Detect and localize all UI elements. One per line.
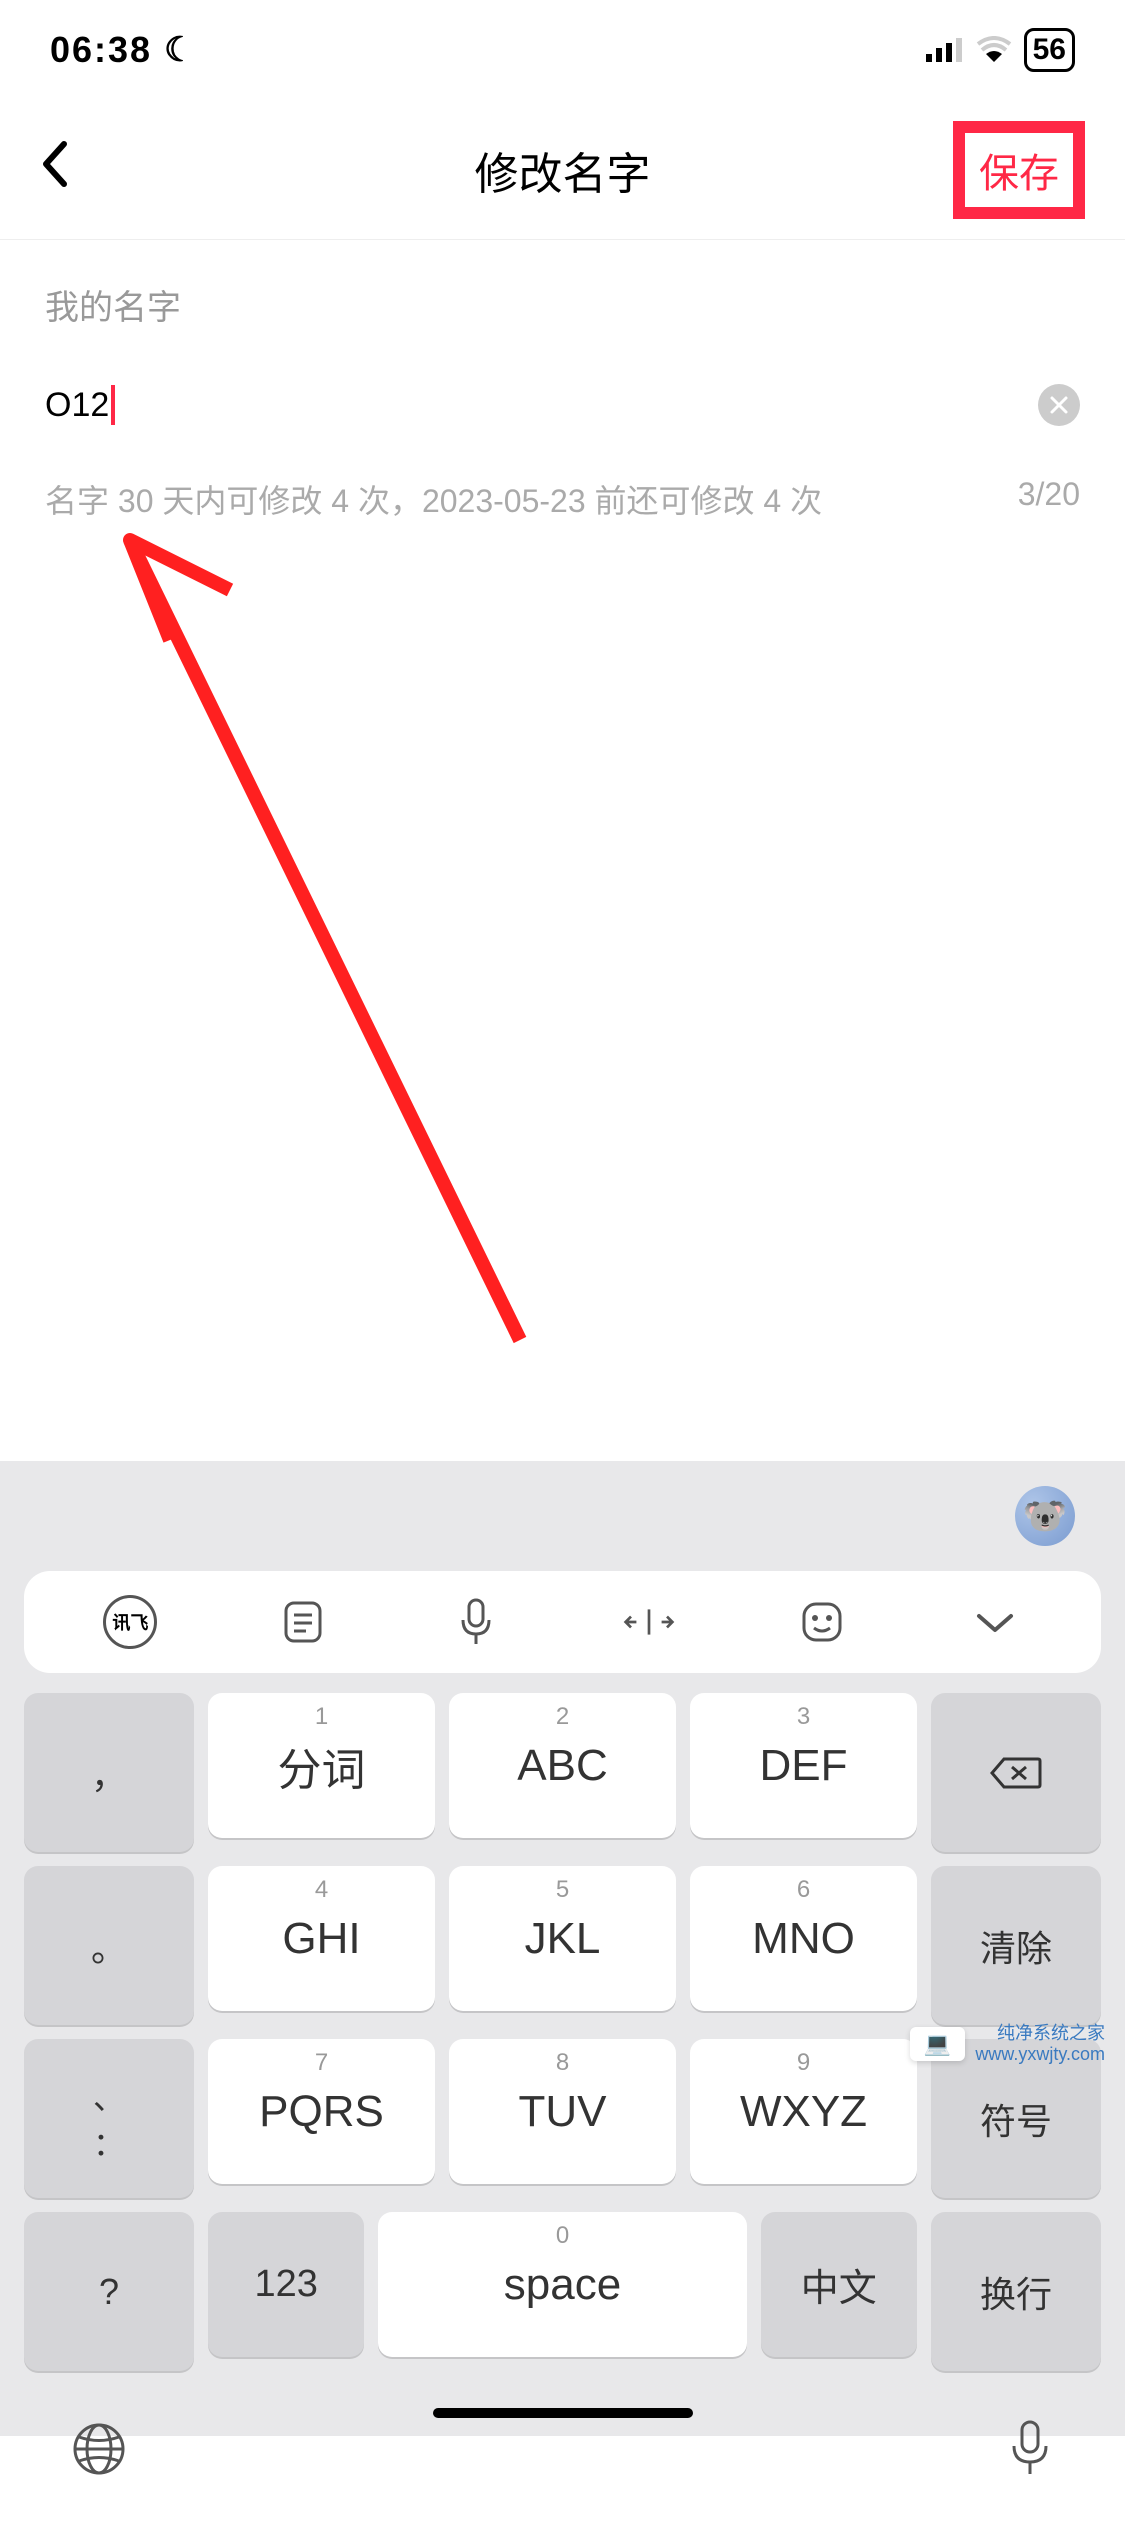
backspace-key[interactable] <box>931 1693 1101 1852</box>
keyboard-top: 🐨 <box>0 1461 1125 1571</box>
key-jkl[interactable]: 5JKL <box>449 1866 676 2011</box>
section-label: 我的名字 <box>0 240 1125 354</box>
text-cursor <box>111 385 115 425</box>
keyboard-bottom <box>0 2371 1125 2531</box>
emoji-icon[interactable] <box>795 1595 849 1649</box>
keyboard-brand-icon[interactable]: 讯飞 <box>103 1595 157 1649</box>
wifi-icon <box>976 29 1012 71</box>
keyboard: 🐨 讯飞 ， 。 、 ： ? 1分词 2ABC <box>0 1461 1125 2436</box>
status-time: 06:38 <box>50 29 152 71</box>
globe-icon[interactable] <box>70 2420 128 2483</box>
key-123[interactable]: 123 <box>208 2212 364 2357</box>
clipboard-icon[interactable] <box>276 1595 330 1649</box>
name-input[interactable]: O12 <box>45 385 115 425</box>
key-ghi[interactable]: 4GHI <box>208 1866 435 2011</box>
microphone-icon[interactable] <box>449 1595 503 1649</box>
status-bar: 06:38 ☾ 56 <box>0 0 1125 100</box>
key-wxyz[interactable]: 9WXYZ <box>690 2039 917 2184</box>
assistant-koala-icon[interactable]: 🐨 <box>1015 1486 1075 1546</box>
period-key[interactable]: 。 <box>24 1866 194 2025</box>
question-key[interactable]: ? <box>24 2212 194 2371</box>
back-button[interactable] <box>40 140 68 200</box>
battery-indicator: 56 <box>1024 28 1075 72</box>
save-button[interactable]: 保存 <box>953 121 1085 219</box>
name-input-row[interactable]: O12 <box>0 354 1125 456</box>
key-def[interactable]: 3DEF <box>690 1693 917 1838</box>
key-tuv[interactable]: 8TUV <box>449 2039 676 2184</box>
clear-key[interactable]: 清除 <box>931 1866 1101 2025</box>
char-count: 3/20 <box>1018 476 1080 522</box>
key-abc[interactable]: 2ABC <box>449 1693 676 1838</box>
watermark: 💻 纯净系统之家 www.yxwjty.com <box>910 2023 1105 2066</box>
hint-text: 名字 30 天内可修改 4 次，2023-05-23 前还可修改 4 次 <box>45 476 822 522</box>
key-chinese[interactable]: 中文 <box>761 2212 917 2357</box>
key-space[interactable]: 0space <box>378 2212 746 2357</box>
punctuation-key[interactable]: 、 ： <box>24 2039 194 2198</box>
status-right: 56 <box>926 28 1075 72</box>
status-time-area: 06:38 ☾ <box>50 29 197 71</box>
cursor-move-icon[interactable] <box>622 1595 676 1649</box>
keyboard-left-column: ， 。 、 ： ? <box>24 1693 194 2371</box>
page-title: 修改名字 <box>475 138 651 202</box>
home-indicator[interactable] <box>433 2408 693 2418</box>
dictation-icon[interactable] <box>1005 2418 1055 2485</box>
clear-input-button[interactable] <box>1038 384 1080 426</box>
watermark-logo: 💻 <box>910 2027 965 2061</box>
collapse-keyboard-icon[interactable] <box>968 1595 1022 1649</box>
key-fenci[interactable]: 1分词 <box>208 1693 435 1838</box>
enter-key[interactable]: 换行 <box>931 2212 1101 2371</box>
dnd-moon-icon: ☾ <box>164 30 196 70</box>
comma-key[interactable]: ， <box>24 1693 194 1852</box>
info-row: 名字 30 天内可修改 4 次，2023-05-23 前还可修改 4 次 3/2… <box>0 456 1125 542</box>
key-mno[interactable]: 6MNO <box>690 1866 917 2011</box>
signal-icon <box>926 29 964 71</box>
keyboard-toolbar: 讯飞 <box>24 1571 1101 1673</box>
annotation-arrow <box>100 520 540 1370</box>
nav-bar: 修改名字 保存 <box>0 100 1125 240</box>
key-pqrs[interactable]: 7PQRS <box>208 2039 435 2184</box>
watermark-text: 纯净系统之家 www.yxwjty.com <box>975 2023 1105 2066</box>
